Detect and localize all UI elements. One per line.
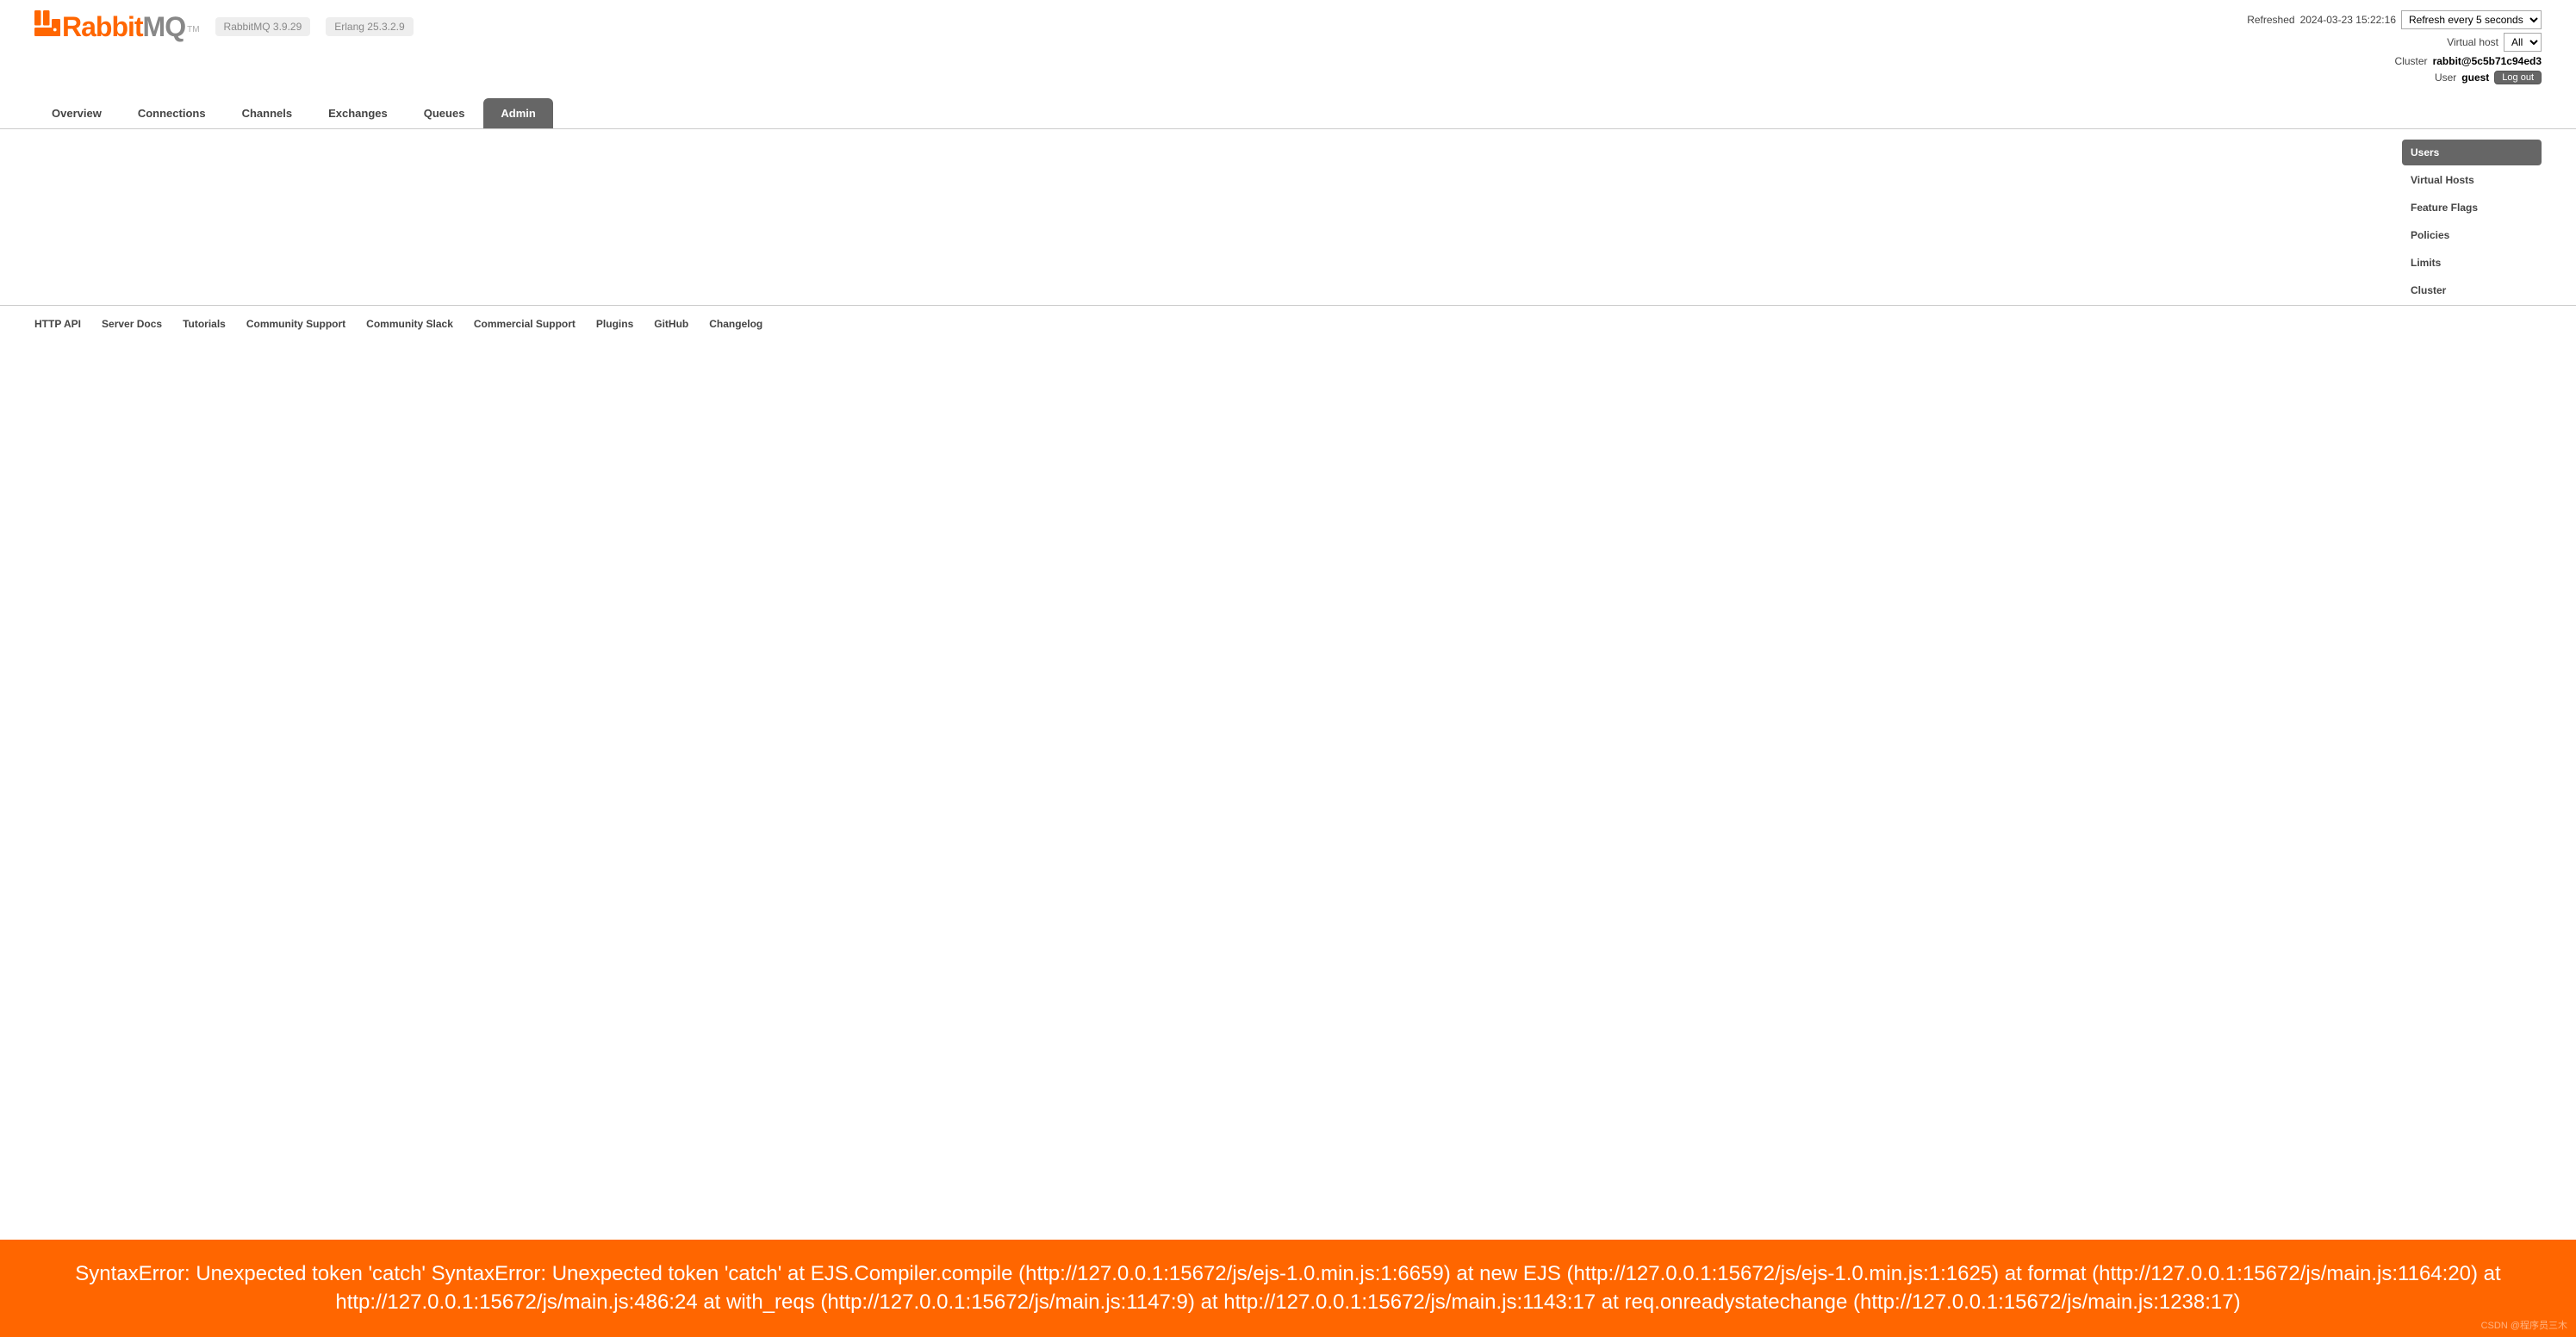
logo-text-main: Rabbit	[62, 11, 143, 42]
tab-overview[interactable]: Overview	[34, 98, 119, 128]
sidebar-item-virtual-hosts[interactable]: Virtual Hosts	[2402, 167, 2542, 193]
tab-channels[interactable]: Channels	[225, 98, 310, 128]
sidebar-item-policies[interactable]: Policies	[2402, 222, 2542, 248]
version-rabbitmq: RabbitMQ 3.9.29	[215, 17, 311, 36]
footer-server-docs[interactable]: Server Docs	[102, 318, 162, 330]
tab-queues[interactable]: Queues	[407, 98, 482, 128]
admin-sidebar: Users Virtual Hosts Feature Flags Polici…	[2402, 140, 2542, 305]
watermark: CSDN @程序员三木	[2481, 1318, 2567, 1332]
footer-links: HTTP API Server Docs Tutorials Community…	[0, 305, 2576, 342]
refreshed-time: 2024-03-23 15:22:16	[2300, 14, 2396, 26]
logout-button[interactable]: Log out	[2494, 71, 2542, 84]
sidebar-item-users[interactable]: Users	[2402, 140, 2542, 165]
top-status: Refreshed 2024-03-23 15:22:16 Refresh ev…	[2247, 10, 2542, 88]
footer-changelog[interactable]: Changelog	[709, 318, 762, 330]
tab-exchanges[interactable]: Exchanges	[311, 98, 405, 128]
footer-commercial-support[interactable]: Commercial Support	[474, 318, 576, 330]
footer-tutorials[interactable]: Tutorials	[183, 318, 226, 330]
footer-community-slack[interactable]: Community Slack	[366, 318, 453, 330]
sidebar-item-feature-flags[interactable]: Feature Flags	[2402, 195, 2542, 221]
tab-admin[interactable]: Admin	[483, 98, 552, 128]
vhost-label: Virtual host	[2447, 36, 2498, 48]
cluster-label: Cluster	[2395, 55, 2428, 67]
tab-connections[interactable]: Connections	[121, 98, 223, 128]
rabbitmq-icon	[34, 10, 60, 41]
logo-text-suffix: MQ	[143, 11, 186, 42]
user-value: guest	[2461, 72, 2489, 84]
version-erlang: Erlang 25.3.2.9	[326, 17, 413, 36]
main-content	[34, 140, 2385, 305]
footer-github[interactable]: GitHub	[654, 318, 688, 330]
sidebar-item-cluster[interactable]: Cluster	[2402, 277, 2542, 303]
cluster-value: rabbit@5c5b71c94ed3	[2433, 55, 2542, 67]
footer-community-support[interactable]: Community Support	[246, 318, 345, 330]
sidebar-item-limits[interactable]: Limits	[2402, 250, 2542, 276]
refreshed-label: Refreshed	[2247, 14, 2294, 26]
logo: RabbitMQTM	[34, 10, 200, 43]
refresh-interval-select[interactable]: Refresh every 5 seconds	[2401, 10, 2542, 29]
footer-http-api[interactable]: HTTP API	[34, 318, 81, 330]
vhost-select[interactable]: All	[2504, 33, 2542, 52]
error-banner: SyntaxError: Unexpected token 'catch' Sy…	[0, 1240, 2576, 1337]
main-nav: Overview Connections Channels Exchanges …	[0, 98, 2576, 129]
user-label: User	[2435, 72, 2456, 84]
footer-plugins[interactable]: Plugins	[596, 318, 633, 330]
logo-tm: TM	[187, 25, 199, 34]
